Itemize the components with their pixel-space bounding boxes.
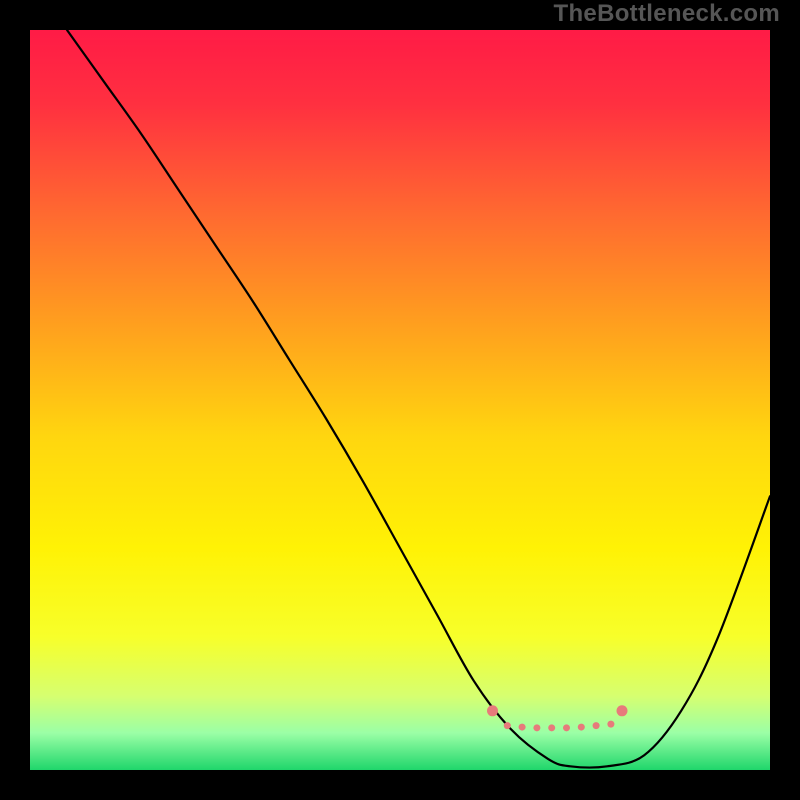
bottleneck-chart	[30, 30, 770, 770]
highlight-marker	[487, 705, 498, 716]
highlight-marker	[548, 724, 555, 731]
highlight-marker	[617, 705, 628, 716]
highlight-marker	[593, 722, 600, 729]
watermark-text: TheBottleneck.com	[554, 0, 780, 28]
highlight-marker	[533, 724, 540, 731]
chart-background	[30, 30, 770, 770]
highlight-marker	[607, 721, 614, 728]
highlight-marker	[578, 724, 585, 731]
highlight-marker	[563, 724, 570, 731]
highlight-marker	[519, 724, 526, 731]
highlight-marker	[504, 722, 511, 729]
